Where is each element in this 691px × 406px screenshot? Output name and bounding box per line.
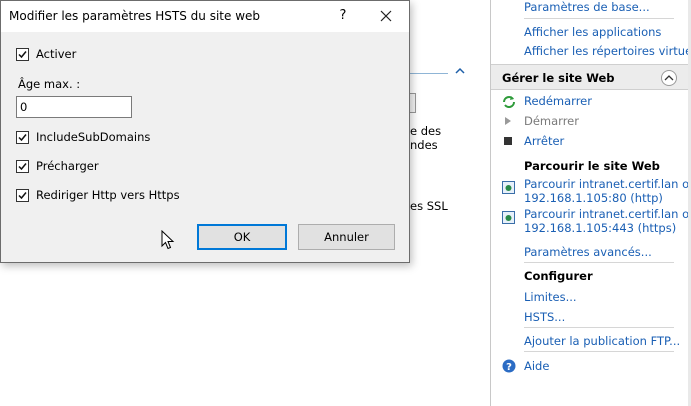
action-basic-settings[interactable]: Paramètres de base... [524, 0, 650, 14]
action-hsts[interactable]: HSTS... [524, 310, 565, 324]
configure-header: Configurer [524, 269, 593, 283]
start-icon [502, 115, 514, 127]
action-stop[interactable]: Arrêter [524, 134, 564, 148]
separator [524, 18, 674, 19]
feature-label-fragment-3: es SSL [410, 199, 448, 213]
feature-label-fragment-1: e des [410, 124, 442, 138]
manage-site-title: Gérer le site Web [502, 71, 615, 85]
action-restart[interactable]: Redémarrer [524, 94, 592, 108]
browse-https-icon [502, 211, 515, 224]
action-view-virtual-dirs[interactable]: Afficher les répertoires virtuels [524, 44, 691, 58]
group-divider [410, 73, 448, 74]
hsts-settings-dialog: Modifier les paramètres HSTS du site web… [0, 0, 410, 263]
enable-label: Activer [36, 47, 77, 61]
collapse-chevron-icon[interactable] [455, 67, 467, 77]
manage-site-section-header[interactable]: Gérer le site Web [491, 64, 688, 90]
cancel-button[interactable]: Annuler [298, 224, 395, 250]
action-advanced-settings[interactable]: Paramètres avancés... [524, 245, 652, 259]
mouse-cursor-icon [161, 229, 175, 250]
ok-button[interactable]: OK [197, 224, 287, 250]
action-help[interactable]: Aide [524, 359, 549, 373]
action-browse-http-line1[interactable]: Parcourir intranet.certif.lan on [524, 177, 691, 191]
restart-icon [502, 95, 515, 108]
redirect-label: Rediriger Http vers Https [36, 188, 180, 202]
actions-pane: Paramètres de base... Afficher les appli… [490, 0, 691, 406]
action-add-ftp[interactable]: Ajouter la publication FTP... [524, 334, 680, 348]
browse-site-header: Parcourir le site Web [524, 159, 660, 173]
dialog-titlebar[interactable]: Modifier les paramètres HSTS du site web… [1, 1, 409, 32]
help-icon: ? [502, 359, 516, 373]
redirect-checkbox[interactable] [16, 189, 29, 202]
action-view-applications[interactable]: Afficher les applications [524, 25, 661, 39]
dialog-help-button[interactable]: ? [331, 3, 355, 29]
separator [524, 351, 674, 352]
svg-text:?: ? [506, 362, 512, 373]
collapse-section-icon[interactable] [661, 70, 677, 86]
stop-icon [502, 135, 514, 147]
close-icon[interactable] [373, 3, 399, 29]
preload-label: Précharger [36, 159, 99, 173]
action-browse-https-line1[interactable]: Parcourir intranet.certif.lan on [524, 207, 691, 221]
separator [524, 262, 674, 263]
feature-icon [410, 93, 416, 113]
separator [524, 327, 674, 328]
action-browse-http-line2[interactable]: 192.168.1.105:80 (http) [524, 191, 663, 205]
browse-http-icon [502, 181, 515, 194]
max-age-input[interactable] [16, 96, 132, 118]
preload-checkbox[interactable] [16, 160, 29, 173]
action-start[interactable]: Démarrer [524, 114, 579, 128]
include-subdomains-checkbox[interactable] [16, 131, 29, 144]
action-limits[interactable]: Limites... [524, 290, 577, 304]
action-browse-https-line2[interactable]: 192.168.1.105:443 (https) [524, 221, 676, 235]
max-age-label: Âge max. : [18, 77, 81, 91]
enable-checkbox[interactable] [16, 48, 29, 61]
dialog-title: Modifier les paramètres HSTS du site web [9, 9, 261, 23]
feature-label-fragment-2: ndes [410, 138, 438, 152]
include-subdomains-label: IncludeSubDomains [36, 130, 151, 144]
